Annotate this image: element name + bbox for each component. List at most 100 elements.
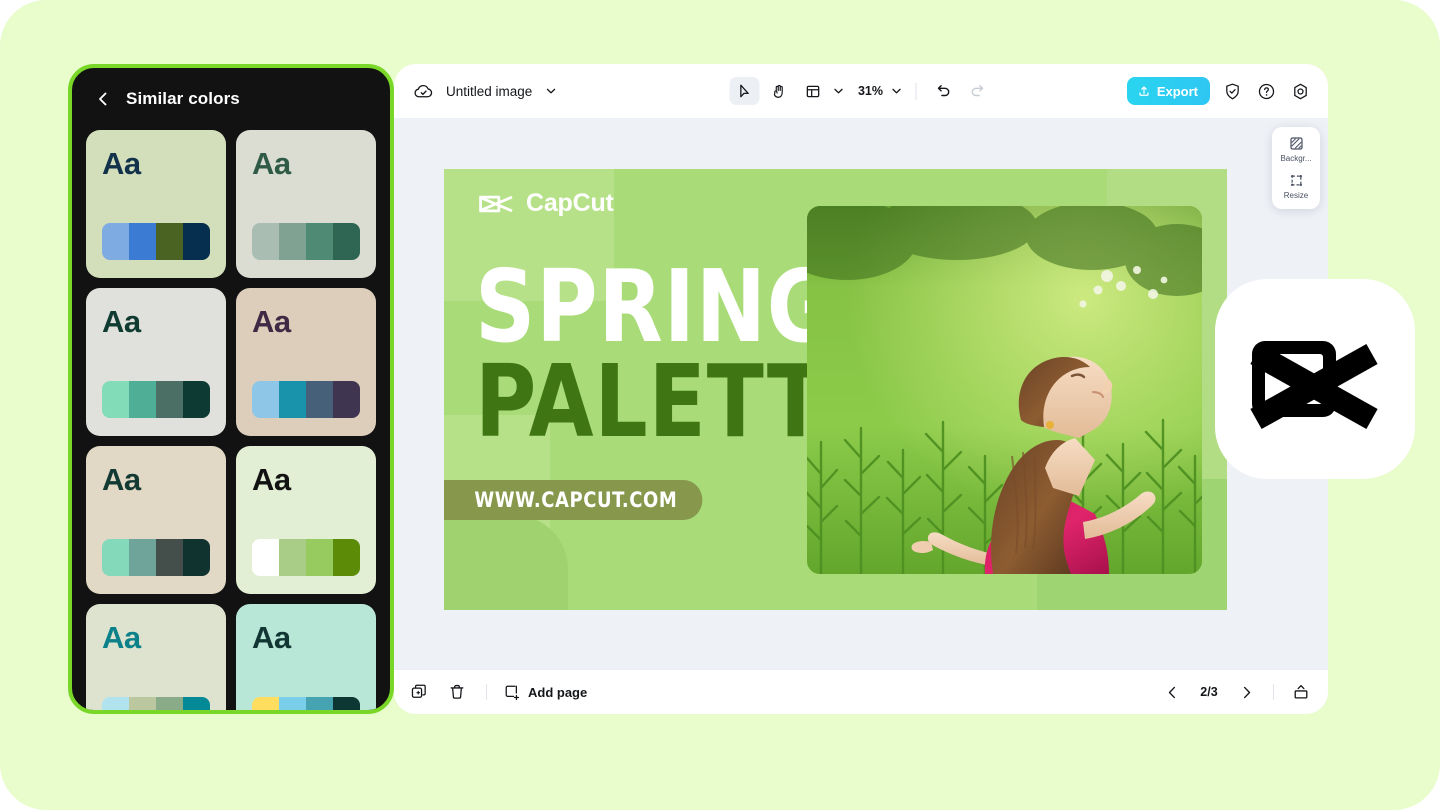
swatch-row [252,697,360,710]
design-url-label: WWW.CAPCUT.COM [474,488,678,512]
swatch-row [102,381,210,418]
palette-card[interactable]: Aa [236,288,376,436]
color-swatch[interactable] [333,697,360,710]
bottom-left-group: Add page [406,679,587,705]
undo-icon[interactable] [929,77,959,105]
palette-card[interactable]: Aa [86,604,226,710]
color-swatch[interactable] [156,223,183,260]
hand-tool[interactable] [764,77,794,105]
color-swatch[interactable] [306,697,333,710]
color-swatch[interactable] [156,697,183,710]
similar-colors-panel: Similar colors Aa Aa Aa Aa Aa Aa Aa Aa [68,64,394,714]
color-swatch[interactable] [252,381,279,418]
color-swatch[interactable] [252,539,279,576]
brand-lockup: CapCut [478,189,614,218]
next-page-button[interactable] [1233,679,1259,705]
color-swatch[interactable] [102,223,129,260]
settings-gear-icon[interactable] [1288,79,1312,103]
capcut-logo-badge [1215,279,1415,479]
document-title[interactable]: Untitled image [446,84,532,99]
prev-page-button[interactable] [1159,679,1185,705]
color-swatch[interactable] [129,697,156,710]
palette-card[interactable]: Aa [236,130,376,278]
toolbar-right-group: Export [1126,77,1312,105]
zoom-level[interactable]: 31% [856,84,886,98]
color-swatch[interactable] [279,539,306,576]
design-photo[interactable] [807,206,1202,574]
toolbar-divider [915,82,917,100]
swatch-row [252,381,360,418]
capcut-logo-icon [478,191,514,217]
screen-root: Similar colors Aa Aa Aa Aa Aa Aa Aa Aa Untitled… [0,0,1440,810]
brand-name: CapCut [526,189,614,217]
color-swatch[interactable] [252,223,279,260]
color-swatch[interactable] [306,381,333,418]
add-page-label: Add page [528,684,588,700]
export-button[interactable]: Export [1126,77,1210,105]
shield-check-icon[interactable] [1220,79,1244,103]
zoom-chevron-down-icon[interactable] [890,84,904,98]
color-swatch[interactable] [183,223,210,260]
add-page-button[interactable]: Add page [503,683,587,701]
upload-icon [1137,84,1151,98]
color-swatch[interactable] [279,697,306,710]
swatch-row [252,539,360,576]
canvas-area[interactable]: CapCut SPRING PALETTE WWW.CAPCUT.COM Bac… [394,118,1328,669]
color-swatch[interactable] [156,381,183,418]
select-tool[interactable] [729,77,760,105]
design-artboard[interactable]: CapCut SPRING PALETTE WWW.CAPCUT.COM [444,169,1227,610]
color-swatch[interactable] [102,381,129,418]
color-swatch[interactable] [183,381,210,418]
palette-card[interactable]: Aa [236,604,376,710]
color-swatch[interactable] [102,697,129,710]
editor-window: Untitled image 31% Export CapCut SPRING … [394,64,1328,714]
swatch-row [252,223,360,260]
cloud-check-icon [412,80,434,102]
palette-card[interactable]: Aa [86,288,226,436]
color-swatch[interactable] [279,223,306,260]
color-swatch[interactable] [306,223,333,260]
design-headline-1: SPRING [475,248,837,365]
expand-up-icon[interactable] [1288,679,1314,705]
swatch-row [102,697,210,710]
bottom-divider-right [1273,684,1274,700]
color-swatch[interactable] [279,381,306,418]
color-swatch[interactable] [102,539,129,576]
redo-icon[interactable] [963,77,993,105]
toolbar-left-group: Untitled image [412,80,558,102]
color-swatch[interactable] [129,381,156,418]
chevron-left-icon[interactable] [94,90,112,108]
palette-sample-text: Aa [102,620,141,655]
layout-chevron-down-icon[interactable] [832,84,846,98]
background-tool[interactable]: Backgr... [1272,135,1320,163]
page-indicator: 2/3 [1200,685,1218,699]
palette-card[interactable]: Aa [86,130,226,278]
color-swatch[interactable] [252,697,279,710]
color-swatch[interactable] [333,381,360,418]
color-swatch[interactable] [183,697,210,710]
layout-tool[interactable] [798,77,828,105]
color-swatch[interactable] [333,223,360,260]
palette-card[interactable]: Aa [236,446,376,594]
palette-sample-text: Aa [102,462,141,497]
color-swatch[interactable] [333,539,360,576]
toolbar-center-group: 31% [729,77,993,105]
palette-sample-text: Aa [102,304,141,339]
color-swatch[interactable] [156,539,183,576]
color-swatch[interactable] [306,539,333,576]
panel-header: Similar colors [72,68,390,130]
color-swatch[interactable] [129,223,156,260]
color-swatch[interactable] [129,539,156,576]
chevron-down-icon[interactable] [544,84,558,98]
palette-grid: Aa Aa Aa Aa Aa Aa Aa Aa [72,130,390,710]
duplicate-page-icon[interactable] [406,679,432,705]
palette-card[interactable]: Aa [86,446,226,594]
trash-icon[interactable] [444,679,470,705]
resize-tool[interactable]: Resize [1272,172,1320,200]
palette-sample-text: Aa [252,620,291,655]
background-swatch-icon [1288,135,1305,152]
floating-tool-panel: Backgr... Resize [1272,127,1320,209]
design-url-pill: WWW.CAPCUT.COM [444,480,702,520]
help-circle-icon[interactable] [1254,79,1278,103]
color-swatch[interactable] [183,539,210,576]
